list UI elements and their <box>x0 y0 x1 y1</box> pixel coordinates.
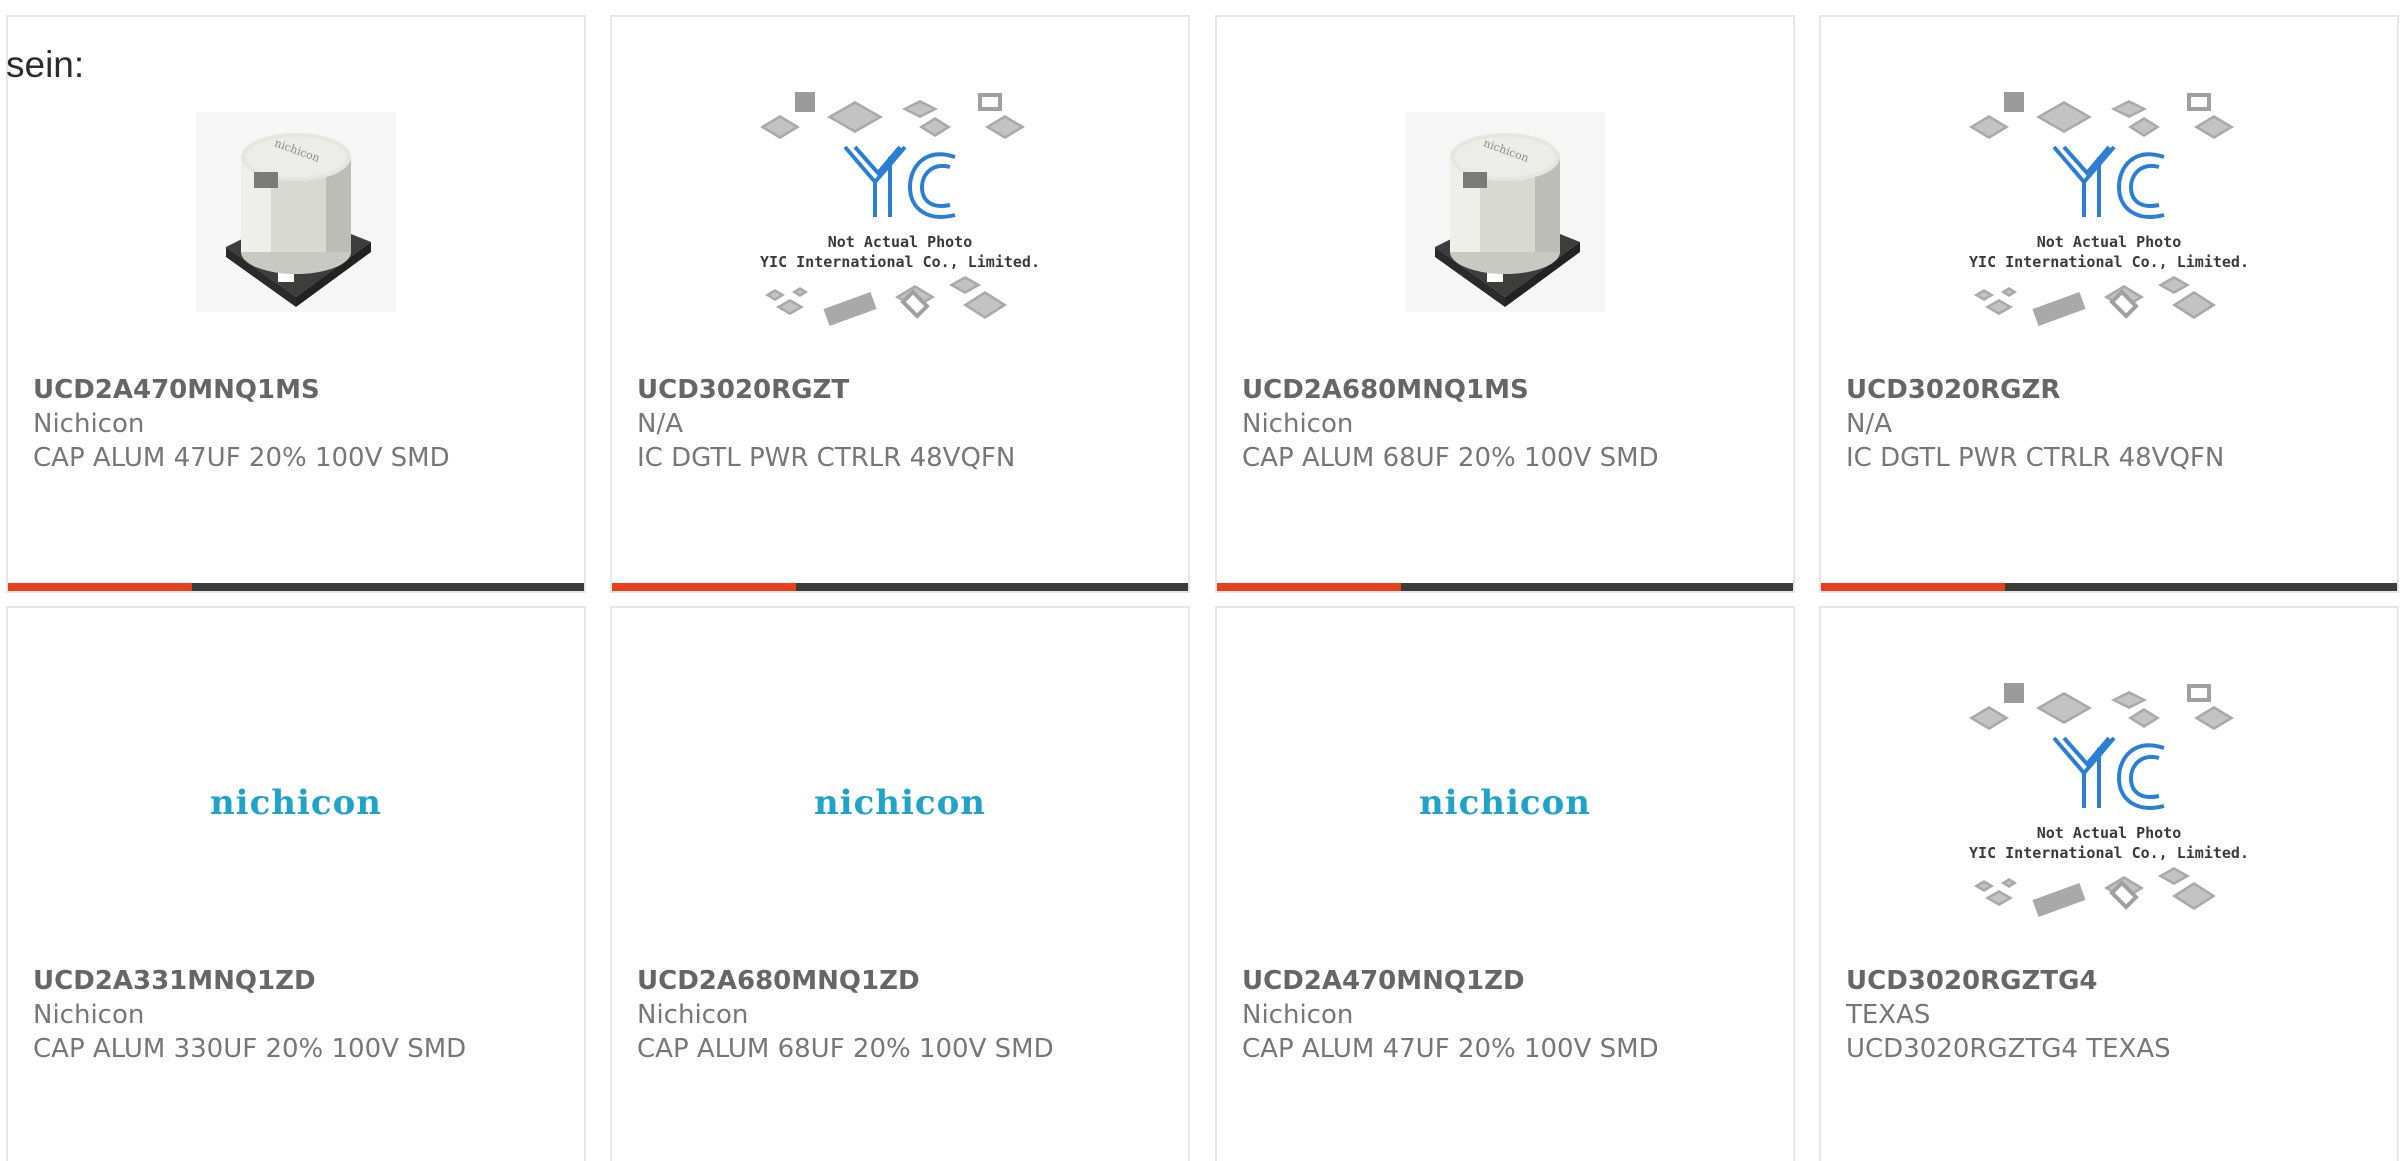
yic-logo-icon <box>2052 145 2165 219</box>
intro-text: sein: <box>6 44 85 85</box>
product-manufacturer: Nichicon <box>33 409 145 439</box>
product-manufacturer: Nichicon <box>33 1000 145 1030</box>
card-bottom-bar <box>8 583 584 591</box>
product-part-number[interactable]: UCD2A470MNQ1ZD <box>1242 964 1783 998</box>
product-info: UCD2A331MNQ1ZD Nichicon CAP ALUM 330UF 2… <box>33 964 574 1066</box>
product-description: CAP ALUM 47UF 20% 100V SMD <box>33 443 450 473</box>
product-manufacturer: Nichicon <box>1242 1000 1354 1030</box>
card-accent-bar <box>1217 583 1401 591</box>
nichicon-logo: nichicon <box>813 783 987 823</box>
product-info: UCD2A470MNQ1ZD Nichicon CAP ALUM 47UF 20… <box>1242 964 1783 1066</box>
product-card[interactable]: Not Actual Photo YIC International Co., … <box>1819 15 2399 593</box>
product-part-number[interactable]: UCD3020RGZTG4 <box>1846 964 2387 998</box>
product-info: UCD3020RGZR N/A IC DGTL PWR CTRLR 48VQFN <box>1846 373 2387 475</box>
product-card[interactable]: Not Actual Photo YIC International Co., … <box>1819 606 2399 1161</box>
product-part-number[interactable]: UCD2A470MNQ1MS <box>33 373 574 407</box>
product-part-number[interactable]: UCD3020RGZR <box>1846 373 2387 407</box>
product-card[interactable]: nichicon UCD2A331MNQ1ZD Nichicon CAP ALU… <box>6 606 586 1161</box>
yic-not-actual-photo: Not Actual Photo YIC International Co., … <box>760 92 1040 327</box>
yic-not-actual-photo: Not Actual Photo YIC International Co., … <box>1969 683 2249 918</box>
yic-line2: YIC International Co., Limited. <box>1969 844 2249 862</box>
product-info: UCD3020RGZTG4 TEXAS UCD3020RGZTG4 TEXAS <box>1846 964 2387 1066</box>
product-card[interactable]: nichicon UCD2A470MNQ1ZD Nichicon CAP ALU… <box>1215 606 1795 1161</box>
product-description: IC DGTL PWR CTRLR 48VQFN <box>637 443 1016 473</box>
card-bottom-bar <box>1821 583 2397 591</box>
card-bottom-bar <box>1217 583 1793 591</box>
yic-line1: Not Actual Photo <box>828 233 973 251</box>
product-description: CAP ALUM 68UF 20% 100V SMD <box>1242 443 1659 473</box>
product-description: CAP ALUM 47UF 20% 100V SMD <box>1242 1034 1659 1064</box>
yic-logo-icon <box>843 145 956 219</box>
product-description: IC DGTL PWR CTRLR 48VQFN <box>1846 443 2225 473</box>
card-accent-bar <box>1821 583 2005 591</box>
product-part-number[interactable]: UCD2A680MNQ1ZD <box>637 964 1178 998</box>
product-info: UCD3020RGZT N/A IC DGTL PWR CTRLR 48VQFN <box>637 373 1178 475</box>
product-info: UCD2A680MNQ1ZD Nichicon CAP ALUM 68UF 20… <box>637 964 1178 1066</box>
product-card[interactable]: nichicon UCD2A470MNQ1MS Nichicon CAP ALU… <box>6 15 586 593</box>
yic-not-actual-photo: Not Actual Photo YIC International Co., … <box>1969 92 2249 327</box>
product-card[interactable]: nichicon UCD2A680MNQ1MS Nichicon CAP ALU… <box>1215 15 1795 593</box>
nichicon-logo: nichicon <box>209 783 383 823</box>
yic-logo-icon <box>2052 736 2165 810</box>
product-part-number[interactable]: UCD3020RGZT <box>637 373 1178 407</box>
card-bottom-bar <box>612 583 1188 591</box>
product-image[interactable]: nichicon <box>1217 648 1793 958</box>
capacitor-photo: nichicon <box>196 112 396 312</box>
capacitor-photo: nichicon <box>1405 112 1605 312</box>
product-image[interactable]: nichicon <box>8 648 584 958</box>
product-card[interactable]: Not Actual Photo YIC International Co., … <box>610 15 1190 593</box>
yic-line1: Not Actual Photo <box>2037 824 2182 842</box>
product-manufacturer: Nichicon <box>637 1000 749 1030</box>
product-image[interactable]: nichicon <box>8 57 584 367</box>
product-image[interactable]: nichicon <box>612 648 1188 958</box>
nichicon-logo: nichicon <box>1418 783 1592 823</box>
product-image[interactable]: Not Actual Photo YIC International Co., … <box>612 57 1188 367</box>
card-accent-bar <box>612 583 796 591</box>
yic-line2: YIC International Co., Limited. <box>760 253 1040 271</box>
product-info: UCD2A680MNQ1MS Nichicon CAP ALUM 68UF 20… <box>1242 373 1783 475</box>
product-part-number[interactable]: UCD2A331MNQ1ZD <box>33 964 574 998</box>
product-description: CAP ALUM 330UF 20% 100V SMD <box>33 1034 467 1064</box>
product-image[interactable]: Not Actual Photo YIC International Co., … <box>1821 648 2397 958</box>
product-grid-page: sein: nichicon UCD2A470MNQ1MS Nichicon C… <box>0 0 2400 1161</box>
product-description: CAP ALUM 68UF 20% 100V SMD <box>637 1034 1054 1064</box>
product-image[interactable]: nichicon <box>1217 57 1793 367</box>
product-info: UCD2A470MNQ1MS Nichicon CAP ALUM 47UF 20… <box>33 373 574 475</box>
product-description: UCD3020RGZTG4 TEXAS <box>1846 1034 2171 1064</box>
product-image[interactable]: Not Actual Photo YIC International Co., … <box>1821 57 2397 367</box>
yic-line1: Not Actual Photo <box>2037 233 2182 251</box>
product-manufacturer: TEXAS <box>1846 1000 1931 1030</box>
yic-line2: YIC International Co., Limited. <box>1969 253 2249 271</box>
card-accent-bar <box>8 583 192 591</box>
product-part-number[interactable]: UCD2A680MNQ1MS <box>1242 373 1783 407</box>
product-manufacturer: N/A <box>637 409 683 439</box>
product-manufacturer: Nichicon <box>1242 409 1354 439</box>
product-manufacturer: N/A <box>1846 409 1892 439</box>
product-card[interactable]: nichicon UCD2A680MNQ1ZD Nichicon CAP ALU… <box>610 606 1190 1161</box>
